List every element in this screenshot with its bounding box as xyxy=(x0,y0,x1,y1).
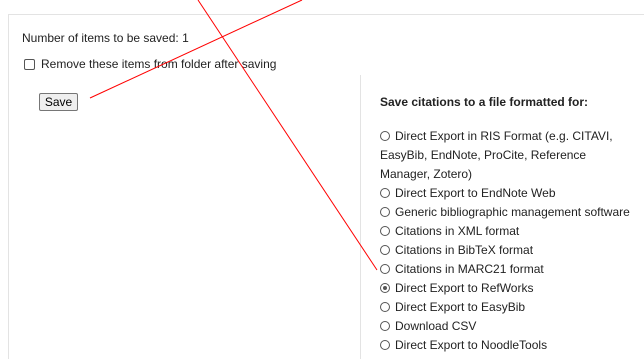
annotation-overlay xyxy=(89,0,378,271)
annotation-line-to-save xyxy=(89,0,303,99)
annotation-line-to-refworks xyxy=(197,0,378,271)
